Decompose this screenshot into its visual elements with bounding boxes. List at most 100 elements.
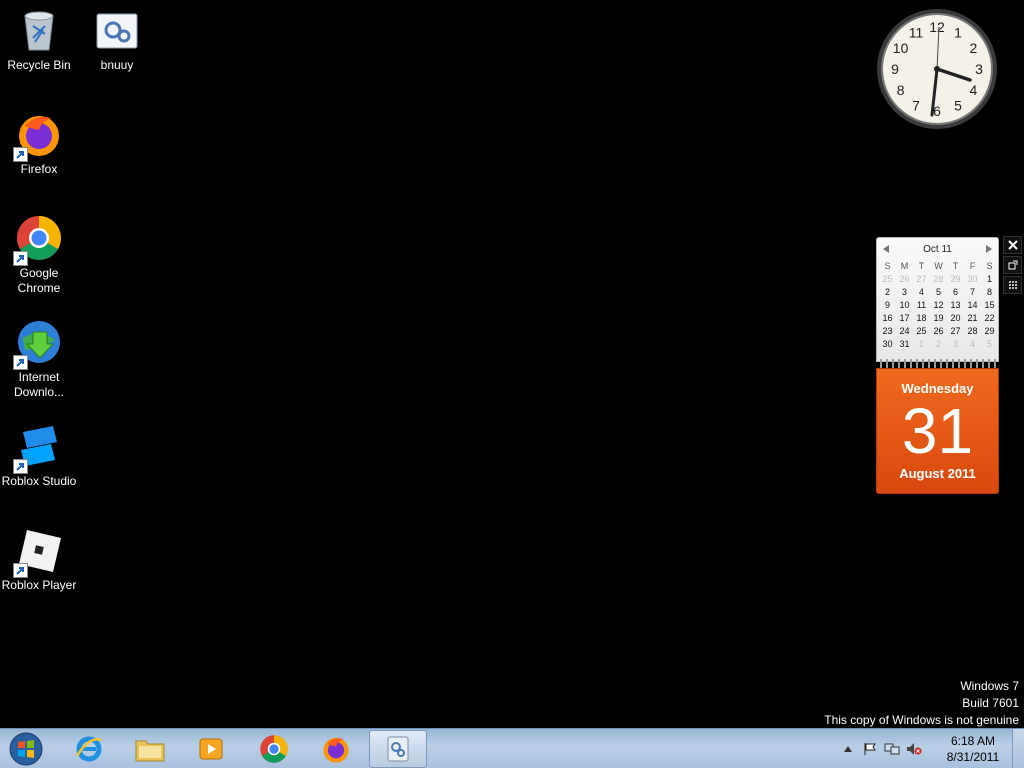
calendar-day-cell[interactable]: 22 bbox=[981, 312, 998, 325]
calendar-day-cell[interactable]: 6 bbox=[947, 286, 964, 299]
calendar-day-cell[interactable]: 28 bbox=[964, 325, 981, 338]
calendar-ring bbox=[976, 359, 978, 368]
calendar-day-cell[interactable]: 5 bbox=[981, 338, 998, 351]
calendar-ring bbox=[958, 359, 960, 368]
calendar-grid: S M T W T F S 25 26 27 28 29 30 1 2 3 4 5 6 7 8 9 10 11 12 13 14 15… bbox=[877, 260, 998, 351]
calendar-ring bbox=[946, 359, 948, 368]
calendar-day-cell[interactable]: 29 bbox=[981, 325, 998, 338]
taskbar-chrome[interactable] bbox=[245, 730, 303, 768]
taskbar-active-window[interactable] bbox=[369, 730, 427, 768]
windows-watermark: Windows 7 Build 7601 This copy of Window… bbox=[824, 678, 1019, 729]
calendar-day-cell[interactable]: 29 bbox=[947, 273, 964, 286]
calendar-day-cell[interactable]: 21 bbox=[964, 312, 981, 325]
desktop-icon-google-chrome[interactable]: Google Chrome bbox=[0, 214, 78, 296]
calendar-day-cell[interactable]: 2 bbox=[930, 338, 947, 351]
chrome-icon bbox=[13, 214, 63, 266]
taskbar-internet-explorer[interactable] bbox=[60, 730, 118, 768]
calendar-day-cell[interactable]: 12 bbox=[930, 299, 947, 312]
calendar-ring bbox=[898, 359, 900, 368]
clock-numeral: 7 bbox=[912, 97, 920, 113]
clock-numeral: 8 bbox=[897, 82, 905, 98]
taskbar-clock[interactable]: 6:18 AM 8/31/2011 bbox=[940, 733, 1006, 765]
gadget-toolbar bbox=[1003, 236, 1022, 294]
calendar-ring bbox=[988, 359, 990, 368]
clock-numeral: 10 bbox=[893, 40, 909, 56]
taskbar-media-player[interactable] bbox=[182, 730, 240, 768]
calendar-day-cell[interactable]: 31 bbox=[896, 338, 913, 351]
calendar-day-cell[interactable]: 3 bbox=[947, 338, 964, 351]
calendar-day-cell[interactable]: 4 bbox=[964, 338, 981, 351]
clock-numeral: 11 bbox=[909, 25, 924, 41]
calendar-day-cell[interactable]: 30 bbox=[879, 338, 896, 351]
clock-gadget[interactable]: 12 1 2 3 4 5 6 7 8 9 10 11 bbox=[875, 7, 999, 131]
calendar-day-cell[interactable]: 25 bbox=[879, 273, 896, 286]
calendar-ring bbox=[928, 359, 930, 368]
calendar-weekday-header: M bbox=[900, 261, 909, 271]
show-desktop-button[interactable] bbox=[1012, 729, 1024, 768]
show-hidden-icons-icon[interactable] bbox=[840, 741, 856, 757]
calendar-day-cell[interactable]: 30 bbox=[964, 273, 981, 286]
calendar-day-cell[interactable]: 15 bbox=[981, 299, 998, 312]
shortcut-arrow-icon bbox=[13, 251, 28, 266]
start-button[interactable] bbox=[6, 731, 46, 767]
calendar-day-cell[interactable]: 26 bbox=[896, 273, 913, 286]
calendar-day-cell[interactable]: 8 bbox=[981, 286, 998, 299]
calendar-day-cell[interactable]: 9 bbox=[879, 299, 896, 312]
network-icon[interactable] bbox=[884, 741, 900, 757]
calendar-month-title[interactable]: Oct 11 bbox=[923, 244, 952, 255]
calendar-day-cell[interactable]: 5 bbox=[930, 286, 947, 299]
gadget-size-icon[interactable] bbox=[1003, 256, 1022, 274]
desktop-icon-internet-download-manager[interactable]: Internet Downlo... bbox=[0, 318, 78, 400]
calendar-day-cell[interactable]: 19 bbox=[930, 312, 947, 325]
taskbar-date: 8/31/2011 bbox=[946, 750, 1000, 764]
calendar-day-cell[interactable]: 20 bbox=[947, 312, 964, 325]
calendar-day-cell[interactable]: 7 bbox=[964, 286, 981, 299]
action-center-flag-icon[interactable] bbox=[862, 741, 878, 757]
gadget-drag-handle-icon[interactable] bbox=[1003, 276, 1022, 294]
calendar-day-cell[interactable]: 27 bbox=[947, 325, 964, 338]
calendar-day-cell[interactable]: 26 bbox=[930, 325, 947, 338]
calendar-day-cell[interactable]: 28 bbox=[930, 273, 947, 286]
calendar-day-cell[interactable]: 24 bbox=[896, 325, 913, 338]
calendar-ring bbox=[922, 359, 924, 368]
desktop-icon-firefox[interactable]: Firefox bbox=[0, 110, 78, 177]
clock-numeral: 12 bbox=[929, 19, 945, 35]
calendar-binding-rings bbox=[880, 359, 996, 368]
desktop-icon-roblox-player[interactable]: Roblox Player bbox=[0, 526, 78, 593]
calendar-ring bbox=[964, 359, 966, 368]
calendar-day-cell[interactable]: 23 bbox=[879, 325, 896, 338]
desktop-icon-label: Recycle Bin bbox=[7, 58, 71, 72]
desktop-icon-roblox-studio[interactable]: Roblox Studio bbox=[0, 422, 78, 489]
desktop-icon-recycle-bin[interactable]: Recycle Bin bbox=[0, 6, 78, 73]
calendar-day-cell[interactable]: 18 bbox=[913, 312, 930, 325]
calendar-day-cell[interactable]: 14 bbox=[964, 299, 981, 312]
calendar-day-cell[interactable]: 4 bbox=[913, 286, 930, 299]
calendar-ring bbox=[910, 359, 912, 368]
calendar-day-cell[interactable]: 11 bbox=[913, 299, 930, 312]
firefox-icon bbox=[323, 737, 349, 763]
calendar-day-cell[interactable]: 25 bbox=[913, 325, 930, 338]
calendar-day-cell[interactable]: 16 bbox=[879, 312, 896, 325]
chrome-icon bbox=[260, 735, 288, 763]
watermark-line1: Windows 7 bbox=[960, 679, 1019, 693]
calendar-day-cell[interactable]: 13 bbox=[947, 299, 964, 312]
calendar-gadget[interactable]: Oct 11 S M T W T F S 25 26 27 28 29 30 1 2 3 4 5 6 7 8 9 10 11 1… bbox=[876, 237, 999, 494]
calendar-ring bbox=[994, 359, 996, 368]
calendar-day-cell[interactable]: 1 bbox=[913, 338, 930, 351]
desktop-icon-bnuuy[interactable]: bnuuy bbox=[78, 6, 156, 73]
system-tray bbox=[840, 729, 922, 768]
calendar-day-cell[interactable]: 17 bbox=[896, 312, 913, 325]
calendar-day-cell[interactable]: 3 bbox=[896, 286, 913, 299]
calendar-next-arrow-icon[interactable] bbox=[984, 242, 994, 256]
volume-muted-icon[interactable] bbox=[906, 741, 922, 757]
calendar-day-cell[interactable]: 10 bbox=[896, 299, 913, 312]
calendar-day-cell[interactable]: 27 bbox=[913, 273, 930, 286]
taskbar-firefox[interactable] bbox=[307, 730, 365, 768]
taskbar-windows-explorer[interactable] bbox=[121, 730, 179, 768]
calendar-day-cell[interactable]: 1 bbox=[981, 273, 998, 286]
calendar-prev-arrow-icon[interactable] bbox=[881, 242, 891, 256]
calendar-day-cell[interactable]: 2 bbox=[879, 286, 896, 299]
recycle-bin-icon bbox=[15, 6, 63, 54]
gadget-close-icon[interactable] bbox=[1003, 236, 1022, 254]
settings-file-icon bbox=[387, 736, 409, 762]
